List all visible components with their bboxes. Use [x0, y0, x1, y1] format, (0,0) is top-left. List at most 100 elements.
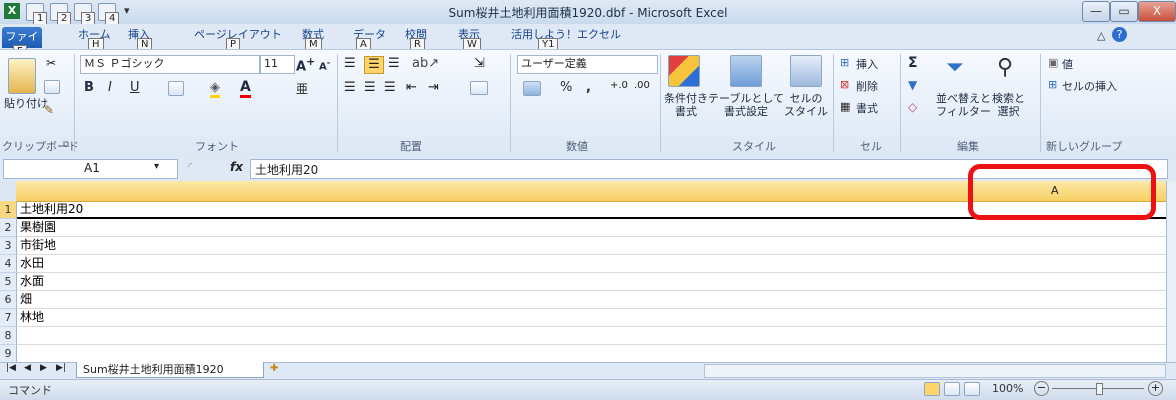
delete-cells-icon[interactable]: ⊠	[840, 78, 849, 91]
zoom-slider-thumb[interactable]	[1096, 383, 1103, 395]
close-button[interactable]: X	[1138, 1, 1176, 22]
page-break-view-icon[interactable]	[964, 382, 980, 396]
value-button[interactable]: 値	[1062, 56, 1073, 72]
cell-styles-button[interactable]: セルの スタイル	[784, 92, 828, 118]
zoom-level[interactable]: 100%	[992, 382, 1023, 395]
collapse-ribbon-icon[interactable]: △	[1097, 29, 1105, 42]
sheet-tab[interactable]: Sum桜井土地利用面積1920	[76, 362, 264, 378]
row-header[interactable]: 3	[0, 237, 17, 255]
cell-a7[interactable]: 林地	[20, 309, 44, 326]
comma-button[interactable]: ,	[586, 80, 591, 95]
clear-icon[interactable]: ◇	[908, 100, 917, 114]
horizontal-scrollbar[interactable]	[704, 364, 1166, 378]
sheet-nav-next-icon[interactable]: ▶	[40, 363, 47, 373]
insert-cells-button[interactable]: 挿入	[856, 56, 878, 72]
align-top-icon[interactable]: ☰	[344, 56, 356, 71]
format-as-table-button[interactable]: テーブルとして 書式設定	[708, 92, 784, 118]
insert-sheet-icon[interactable]: ✚	[270, 363, 278, 374]
row-header[interactable]: 8	[0, 327, 17, 345]
format-painter-icon[interactable]: ✎	[44, 103, 54, 117]
row-header[interactable]: 7	[0, 309, 17, 327]
phonetic-icon[interactable]: 亜	[296, 80, 308, 97]
minimize-button[interactable]: —	[1082, 1, 1110, 22]
increase-indent-icon[interactable]: ⇥	[428, 80, 439, 95]
cell-styles-icon[interactable]	[790, 55, 822, 87]
value-icon[interactable]: ▣	[1048, 56, 1058, 69]
sort-filter-button[interactable]: 並べ替えと フィルター	[936, 92, 991, 118]
row-header[interactable]: 5	[0, 273, 17, 291]
select-all-corner[interactable]	[0, 181, 17, 202]
find-select-button[interactable]: 検索と 選択	[992, 92, 1025, 118]
sheet-nav-first-icon[interactable]: |◀	[6, 363, 16, 373]
increase-decimal-icon[interactable]: +.0	[610, 80, 628, 91]
cancel-entry-icon[interactable]: ◜	[188, 160, 192, 173]
underline-button[interactable]: U	[130, 80, 140, 95]
formula-value: 土地利用20	[255, 163, 319, 177]
align-center-icon[interactable]: ☰	[364, 80, 376, 95]
row-header[interactable]: 9	[0, 345, 17, 363]
insert-cell-icon[interactable]: ⊞	[1048, 78, 1057, 91]
normal-view-icon[interactable]	[924, 382, 940, 396]
cell-a1[interactable]: 土地利用20	[20, 201, 83, 218]
help-icon[interactable]: ?	[1112, 27, 1127, 42]
font-size-select[interactable]: 11	[260, 55, 295, 74]
clipboard-launcher-icon[interactable]: ⧉	[63, 140, 69, 150]
format-cells-icon[interactable]: ▦	[840, 100, 850, 113]
sheet-nav-last-icon[interactable]: ▶|	[56, 363, 66, 373]
row-header[interactable]: 1	[0, 201, 17, 219]
sort-filter-icon[interactable]: ⏷	[946, 55, 964, 80]
orientation-icon[interactable]: ab↗	[412, 56, 439, 71]
insert-function-icon[interactable]: fx	[230, 160, 243, 174]
autosum-button[interactable]: Σ	[908, 55, 918, 71]
conditional-format-icon[interactable]	[668, 55, 700, 87]
font-name-select[interactable]: ＭＳ Ｐゴシック	[80, 55, 260, 74]
copy-icon[interactable]	[44, 80, 60, 94]
merge-center-icon[interactable]	[470, 81, 488, 95]
fill-icon[interactable]: ▼	[908, 78, 917, 92]
tab-katsuyou[interactable]: 活用しよう！エクセル	[511, 26, 621, 42]
cell-a3[interactable]: 市街地	[20, 237, 56, 254]
vertical-scrollbar[interactable]	[1166, 181, 1176, 362]
border-icon[interactable]	[168, 81, 184, 96]
align-middle-icon[interactable]: ☰	[364, 56, 384, 74]
insert-cells-icon[interactable]: ⊞	[840, 56, 849, 69]
format-cells-button[interactable]: 書式	[856, 100, 878, 116]
cell-a4[interactable]: 水田	[20, 255, 44, 272]
zoom-in-button[interactable]: +	[1148, 381, 1163, 396]
decrease-indent-icon[interactable]: ⇤	[406, 80, 417, 95]
number-format-select[interactable]: ユーザー定義	[517, 55, 658, 74]
fill-color-icon[interactable]: ◈	[210, 80, 220, 98]
decrease-decimal-icon[interactable]: .00	[634, 80, 650, 91]
name-box-dropdown-icon[interactable]: ▾	[154, 161, 159, 172]
zoom-out-button[interactable]: −	[1034, 381, 1049, 396]
currency-icon[interactable]	[523, 81, 541, 96]
paste-icon[interactable]	[8, 58, 36, 94]
italic-button[interactable]: I	[108, 80, 112, 95]
sheet-nav-prev-icon[interactable]: ◀	[24, 363, 31, 373]
paste-button[interactable]: 貼り付け	[4, 95, 48, 111]
percent-button[interactable]: %	[560, 80, 572, 95]
align-bottom-icon[interactable]: ☰	[388, 56, 400, 71]
page-layout-view-icon[interactable]	[944, 382, 960, 396]
row-header[interactable]: 6	[0, 291, 17, 309]
row-header[interactable]: 2	[0, 219, 17, 237]
format-as-table-icon[interactable]	[730, 55, 762, 87]
cell-a2[interactable]: 果樹園	[20, 219, 56, 236]
wrap-text-icon[interactable]: ⇲	[474, 56, 485, 71]
align-right-icon[interactable]: ☰	[384, 80, 396, 95]
insert-cell-button[interactable]: セルの挿入	[1062, 78, 1117, 94]
find-select-icon[interactable]: ⚲	[997, 55, 1013, 80]
font-color-button[interactable]: A	[240, 79, 251, 98]
cell-a6[interactable]: 畑	[20, 291, 32, 308]
cut-icon[interactable]: ✂	[46, 56, 56, 70]
conditional-format-button[interactable]: 条件付き 書式	[664, 92, 708, 118]
shrink-font-icon[interactable]: A-	[319, 57, 330, 72]
grow-font-icon[interactable]: A+	[296, 55, 315, 74]
name-box[interactable]: A1 ▾	[3, 159, 178, 179]
row-header[interactable]: 4	[0, 255, 17, 273]
bold-button[interactable]: B	[84, 80, 94, 95]
restore-button[interactable]: ▭	[1110, 1, 1138, 22]
cell-a5[interactable]: 水面	[20, 273, 44, 290]
align-left-icon[interactable]: ☰	[344, 80, 356, 95]
delete-cells-button[interactable]: 削除	[856, 78, 878, 94]
